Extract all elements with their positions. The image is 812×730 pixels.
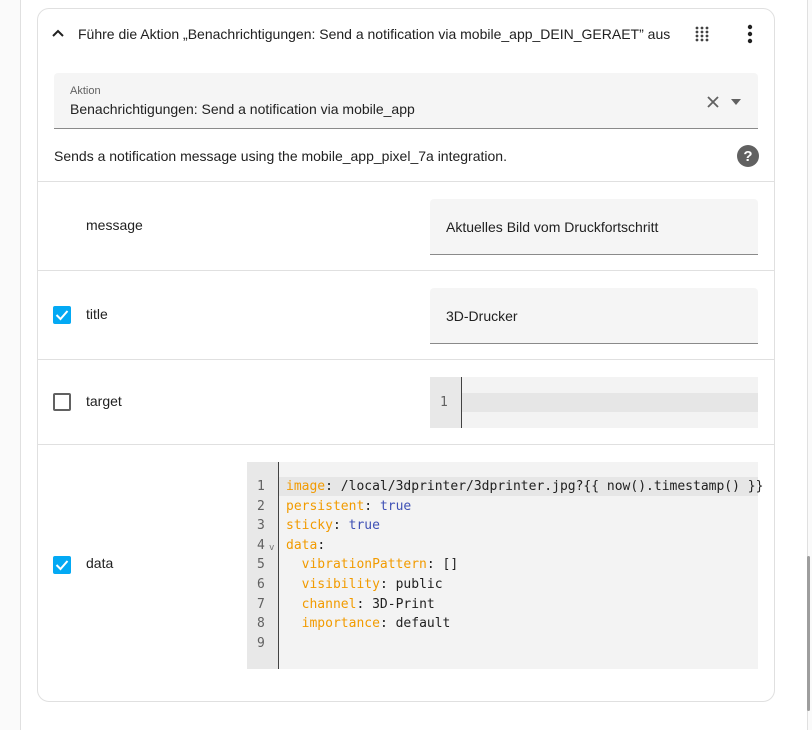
line-number: 1 xyxy=(440,395,448,410)
code-line: sticky: true xyxy=(286,518,380,534)
data-label: data xyxy=(86,555,114,571)
data-code-editor[interactable]: 123456789 v image: /local/3dprinter/3dpr… xyxy=(247,462,763,669)
action-title: Führe die Aktion „Benachrichtigungen: Se… xyxy=(78,26,671,42)
code-line: image: /local/3dprinter/3dprinter.jpg?{{… xyxy=(286,479,764,494)
target-code-editor[interactable]: 1 xyxy=(430,377,758,428)
line-number: 8 xyxy=(257,616,265,632)
yaml-value: /local/3dprinter/3dprinter.jpg?{{ now().… xyxy=(340,479,764,494)
line-number: 5 xyxy=(257,557,265,573)
line-number: 3 xyxy=(257,518,265,534)
svg-text:?: ? xyxy=(743,148,752,165)
target-checkbox[interactable] xyxy=(53,393,71,411)
action-select[interactable]: Aktion Benachrichtigungen: Send a notifi… xyxy=(54,73,758,129)
line-number: 7 xyxy=(257,596,265,612)
title-value: 3D-Drucker xyxy=(446,308,518,324)
scrollbar[interactable] xyxy=(807,556,810,711)
yaml-value: true xyxy=(348,518,380,534)
active-line xyxy=(462,393,758,412)
message-label: message xyxy=(86,217,143,233)
action-select-label: Aktion xyxy=(70,85,101,97)
checkmark-icon xyxy=(55,310,69,321)
code-line: vibrationPattern: [] xyxy=(301,557,459,573)
yaml-value: true xyxy=(379,498,412,514)
action-select-value: Benachrichtigungen: Send a notification … xyxy=(70,101,415,117)
help-icon[interactable]: ? xyxy=(737,145,759,167)
line-number: 2 xyxy=(257,498,265,514)
yaml-key: sticky xyxy=(286,518,333,534)
message-input[interactable]: Aktuelles Bild vom Druckfortschritt xyxy=(430,199,758,255)
code-line: data: xyxy=(286,537,326,553)
more-vert-icon[interactable] xyxy=(740,23,760,45)
divider xyxy=(38,270,774,271)
code-line: visibility: public xyxy=(301,577,443,592)
yaml-value: 3D-Print xyxy=(372,596,435,612)
yaml-key: channel xyxy=(301,596,357,612)
yaml-key: data xyxy=(286,537,318,553)
yaml-key: visibility xyxy=(301,577,380,592)
yaml-key: persistent xyxy=(286,498,365,514)
divider xyxy=(38,359,774,360)
line-gutter: 123456789 xyxy=(247,462,279,669)
message-value: Aktuelles Bild vom Druckfortschritt xyxy=(446,219,659,235)
line-number: 1 xyxy=(257,479,265,494)
target-label: target xyxy=(86,393,122,409)
clear-icon[interactable] xyxy=(706,95,720,109)
fold-arrow-icon[interactable]: v xyxy=(269,543,274,553)
yaml-value: default xyxy=(395,616,451,632)
code-line: persistent: true xyxy=(286,498,412,514)
yaml-key: image xyxy=(286,479,326,494)
drag-handle-icon[interactable] xyxy=(694,25,710,43)
code-line: channel: 3D-Print xyxy=(301,596,435,612)
yaml-value: [] xyxy=(442,557,459,573)
yaml-value: public xyxy=(395,577,443,592)
line-gutter: 1 xyxy=(430,377,462,428)
divider xyxy=(38,181,774,182)
action-card: Führe die Aktion „Benachrichtigungen: Se… xyxy=(37,8,775,702)
chevron-up-icon[interactable] xyxy=(50,25,66,41)
dropdown-arrow-icon[interactable] xyxy=(730,97,742,107)
title-label: title xyxy=(86,306,108,322)
line-number: 6 xyxy=(257,577,265,592)
action-description: Sends a notification message using the m… xyxy=(54,148,507,164)
data-checkbox[interactable] xyxy=(53,556,71,574)
title-input[interactable]: 3D-Drucker xyxy=(430,288,758,344)
line-number: 9 xyxy=(257,635,265,651)
code-line: importance: default xyxy=(301,616,451,632)
title-checkbox[interactable] xyxy=(53,306,71,324)
divider xyxy=(38,444,774,445)
yaml-key: vibrationPattern xyxy=(301,557,427,573)
action-header[interactable]: Führe die Aktion „Benachrichtigungen: Se… xyxy=(38,9,774,59)
yaml-key: importance xyxy=(301,616,380,632)
checkmark-icon xyxy=(55,560,69,571)
